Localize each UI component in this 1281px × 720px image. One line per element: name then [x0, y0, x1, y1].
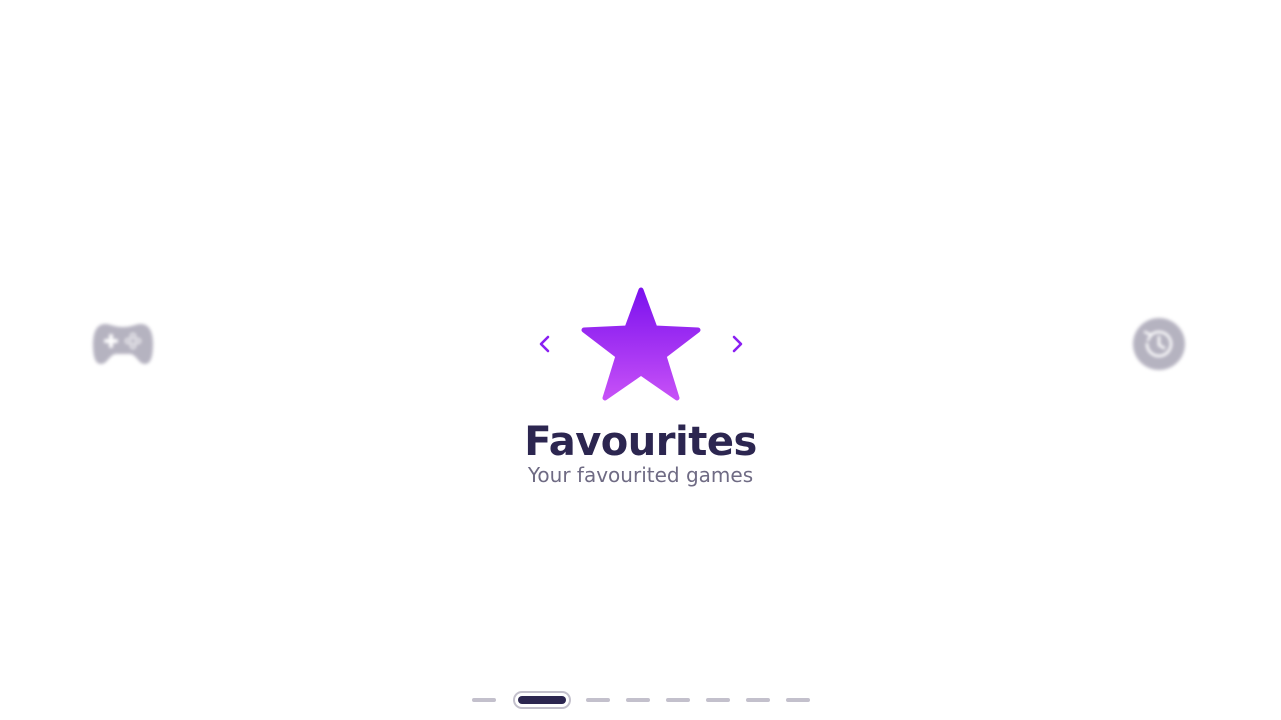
page-dot[interactable]	[705, 698, 730, 702]
page-dot[interactable]	[785, 698, 810, 702]
page-dot[interactable]	[585, 698, 610, 702]
gamepad-icon[interactable]	[91, 318, 155, 370]
chevron-right-icon[interactable]	[726, 332, 748, 356]
page-dot[interactable]	[471, 698, 496, 702]
carousel-screen: Favourites Your favourited games	[0, 0, 1281, 720]
star-icon	[578, 285, 704, 403]
category-title: Favourites	[524, 419, 757, 465]
page-dot[interactable]	[745, 698, 770, 702]
page-dot[interactable]	[625, 698, 650, 702]
page-dot[interactable]	[665, 698, 690, 702]
page-dot-active[interactable]	[517, 696, 566, 704]
history-icon[interactable]	[1131, 316, 1187, 372]
page-indicator	[0, 690, 1281, 710]
category-subtitle: Your favourited games	[527, 463, 754, 487]
chevron-left-icon[interactable]	[534, 332, 556, 356]
